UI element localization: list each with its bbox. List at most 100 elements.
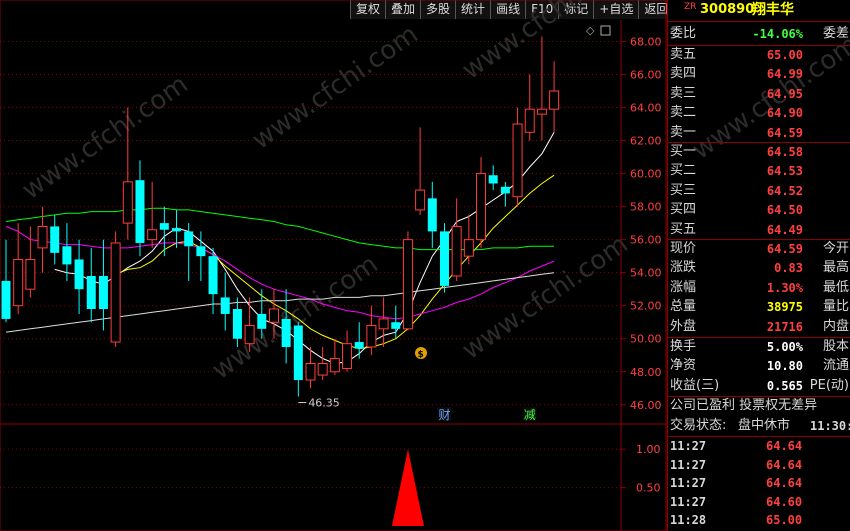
candle-body	[293, 325, 303, 381]
stat-row-label: 总量	[670, 299, 697, 315]
indicator-tick-label: 1.00	[636, 443, 661, 456]
stat2-row-value: 10.80	[766, 359, 803, 374]
stat2-row: 换手 5.00% 股本	[668, 338, 850, 356]
candle	[391, 305, 401, 339]
y-tick-label: 62.00	[630, 135, 662, 148]
stat2-row: 净资 10.80 流通	[668, 357, 850, 375]
ask-row-value: 64.90	[766, 106, 803, 121]
ask-row-label: 卖四	[670, 66, 697, 82]
tick-row: 11:28 65.00	[668, 511, 850, 529]
candle-body	[98, 275, 108, 310]
candle	[512, 107, 523, 207]
bid-row: 买一 64.58	[668, 143, 850, 161]
y-tick-label: 54.00	[630, 267, 662, 280]
stat-row-label2: 最高	[822, 260, 849, 276]
weicha-label: 委差	[822, 26, 849, 41]
quote-panel: ZR 300890 翔丰华 委比 -14.06% 委差 卖五 65.00 卖四 64.…	[667, 0, 850, 531]
stat-row-value: 21716	[766, 319, 803, 334]
stat2-row-label: 换手	[670, 339, 697, 354]
candle-body	[451, 225, 462, 277]
candle-body	[135, 180, 145, 243]
candle-body	[500, 186, 510, 194]
tick-price: 65.00	[766, 513, 803, 528]
ask-row-label: 卖五	[670, 47, 697, 62]
y-tick-label: 60.00	[630, 168, 662, 181]
candle-body	[208, 256, 218, 295]
stat-row-label: 涨跌	[670, 260, 697, 276]
y-tick-label: 66.00	[630, 68, 662, 81]
candle-body	[196, 246, 206, 257]
money-bag-icon[interactable]: $	[418, 350, 424, 360]
candle-body	[172, 228, 182, 232]
bid-row-value: 64.58	[766, 145, 803, 159]
candle-body	[439, 231, 449, 286]
stat-row: 涨幅 1.30% 最低	[668, 279, 850, 297]
watermark: www.cfchi.com	[457, 229, 634, 365]
y-tick-label: 46.00	[630, 399, 662, 412]
stat-row-label2: 今开	[822, 241, 849, 256]
stock-code: 300890	[700, 2, 755, 17]
ask-row-label: 卖一	[670, 124, 697, 140]
bid-row-label: 买五	[670, 221, 697, 237]
event-marker-label[interactable]: 财	[438, 408, 450, 422]
bid-row-value: 64.53	[766, 164, 803, 179]
candle	[488, 165, 498, 191]
candle-body	[329, 358, 340, 373]
tick-time: 11:27	[670, 476, 707, 491]
event-marker-label[interactable]: 减	[524, 408, 536, 422]
bid-row-label: 买一	[670, 144, 697, 159]
candle-body	[147, 229, 158, 241]
stock-header: ZR 300890 翔丰华	[668, 1, 850, 19]
candle-body	[184, 231, 194, 247]
diamond-icon[interactable]: ◇	[586, 24, 595, 37]
candle	[536, 36, 547, 141]
ask-row: 卖四 64.99	[668, 65, 850, 83]
candle	[1, 239, 11, 323]
candle-body	[232, 309, 242, 339]
tick-row: 11:27 64.60	[668, 493, 850, 511]
ask-row-label: 卖二	[670, 105, 697, 121]
tick-time: 11:28	[670, 513, 707, 528]
bid-row-label: 买二	[670, 163, 697, 179]
tick-time: 11:27	[670, 494, 707, 509]
stock-prefix: ZR	[684, 2, 697, 12]
candle	[378, 297, 389, 347]
candle-body	[476, 173, 487, 241]
candle	[305, 346, 316, 389]
candle-body	[268, 308, 279, 323]
stat-row: 现价 64.59 今开	[668, 240, 850, 258]
candle	[451, 198, 462, 281]
tick-row: 11:27 64.64	[668, 437, 850, 455]
candle-body	[354, 342, 364, 349]
candle	[13, 223, 24, 314]
bid-row-value: 64.49	[766, 222, 803, 237]
stock-name: 翔丰华	[752, 2, 794, 18]
bid-row: 买二 64.53	[668, 162, 850, 180]
ask-row: 卖三 64.95	[668, 85, 850, 103]
bid-row-label: 买三	[670, 182, 697, 198]
candle-body	[512, 123, 523, 198]
status-label: 交易状态:	[670, 418, 727, 433]
candle-body	[378, 318, 389, 330]
candle	[317, 346, 328, 381]
candle-body	[159, 223, 169, 230]
weibi-label: 委比	[670, 26, 697, 41]
candle-body	[305, 363, 316, 381]
ask-row: 卖二 64.90	[668, 104, 850, 122]
candle	[50, 214, 60, 265]
candle-body	[13, 258, 24, 307]
y-tick-label: 58.00	[630, 201, 662, 214]
stat-row: 总量 38975 量比	[668, 298, 850, 316]
tick-row: 11:27 64.64	[668, 474, 850, 492]
ask-row-value: 65.00	[766, 48, 803, 62]
stat-row-label2: 量比	[822, 299, 849, 315]
window-icon[interactable]	[600, 25, 611, 36]
stat2-row-label2: 流通	[822, 358, 849, 374]
stat-row-value: 64.59	[766, 242, 803, 256]
stat-row-label: 外盘	[670, 318, 697, 334]
stat2-row-label2: 股本	[822, 339, 849, 354]
candle	[135, 160, 145, 257]
candle	[220, 272, 230, 331]
tick-price: 64.60	[766, 494, 803, 509]
bid-row-value: 64.52	[766, 183, 803, 198]
